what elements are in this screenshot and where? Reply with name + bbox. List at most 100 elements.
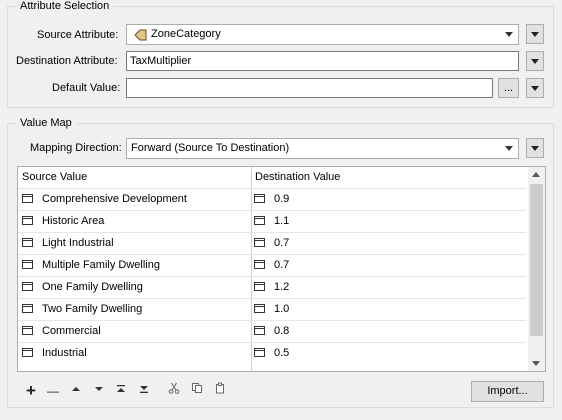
chevron-down-icon xyxy=(505,146,513,151)
source-attribute-menu-button[interactable] xyxy=(526,24,544,44)
destination-value: 0.7 xyxy=(274,237,290,249)
value-map-table[interactable]: Source Value Destination Value Comprehen… xyxy=(17,166,546,372)
value-icon xyxy=(254,281,265,291)
paste-icon xyxy=(216,382,224,394)
mapping-direction-value: Forward (Source To Destination) xyxy=(131,142,290,154)
value-icon xyxy=(254,325,265,335)
destination-value: 1.0 xyxy=(274,303,290,315)
source-attribute-label: Source Attribute: xyxy=(37,29,119,41)
value-icon xyxy=(22,281,33,291)
table-row[interactable]: Two Family Dwelling 1.0 xyxy=(18,298,526,320)
source-cell[interactable]: Comprehensive Development xyxy=(22,189,187,210)
table-row[interactable]: Commercial 0.8 xyxy=(18,320,526,342)
default-value-label: Default Value: xyxy=(52,82,121,94)
move-to-top-icon xyxy=(117,385,125,392)
source-value: One Family Dwelling xyxy=(42,281,143,293)
source-attribute-combo[interactable]: ZoneCategory xyxy=(126,24,519,45)
table-row[interactable]: Comprehensive Development 0.9 xyxy=(18,188,526,210)
scissors-icon xyxy=(168,382,180,394)
destination-cell[interactable]: 0.8 xyxy=(254,321,289,342)
value-icon xyxy=(22,303,33,313)
add-row-button[interactable]: + xyxy=(22,382,40,400)
move-down-button[interactable] xyxy=(90,382,108,400)
default-value-ellipsis-button[interactable]: ... xyxy=(498,78,519,98)
attribute-selection-title: Attribute Selection xyxy=(16,0,114,13)
move-to-bottom-icon xyxy=(140,386,148,393)
attribute-tag-icon xyxy=(134,29,147,41)
mapping-direction-label: Mapping Direction: xyxy=(30,142,122,154)
source-cell[interactable]: Historic Area xyxy=(22,211,104,232)
destination-value: 0.7 xyxy=(274,259,290,271)
value-icon xyxy=(22,325,33,335)
copy-icon xyxy=(192,383,202,393)
destination-cell[interactable]: 0.7 xyxy=(254,233,289,254)
destination-attribute-field[interactable]: TaxMultiplier xyxy=(126,51,519,71)
table-row[interactable]: Historic Area 1.1 xyxy=(18,210,526,232)
destination-cell[interactable]: 0.9 xyxy=(254,189,289,210)
chevron-down-icon xyxy=(531,146,539,151)
source-value: Comprehensive Development xyxy=(42,193,187,205)
value-icon xyxy=(22,347,33,357)
value-icon xyxy=(22,259,33,269)
source-attribute-value: ZoneCategory xyxy=(151,28,221,40)
mapping-direction-menu-button[interactable] xyxy=(526,138,544,158)
source-cell[interactable]: One Family Dwelling xyxy=(22,277,143,298)
source-cell[interactable]: Commercial xyxy=(22,321,101,342)
source-value: Two Family Dwelling xyxy=(42,303,143,315)
move-to-bottom-button[interactable] xyxy=(135,382,153,400)
destination-cell[interactable]: 0.5 xyxy=(254,343,289,364)
vertical-scrollbar[interactable] xyxy=(528,167,545,371)
value-icon xyxy=(254,347,265,357)
chevron-down-icon xyxy=(531,32,539,37)
paste-button[interactable] xyxy=(211,382,229,400)
default-value-menu-button[interactable] xyxy=(526,78,544,98)
destination-cell[interactable]: 1.1 xyxy=(254,211,289,232)
chevron-down-icon xyxy=(505,32,513,37)
destination-value: 1.2 xyxy=(274,281,290,293)
move-to-top-button[interactable] xyxy=(112,382,130,400)
destination-attribute-menu-button[interactable] xyxy=(526,51,544,71)
source-cell[interactable]: Multiple Family Dwelling xyxy=(22,255,160,276)
source-value: Commercial xyxy=(42,325,101,337)
source-value: Historic Area xyxy=(42,215,105,227)
copy-button[interactable] xyxy=(188,382,206,400)
column-header-destination-value[interactable]: Destination Value xyxy=(251,167,526,188)
value-map-title: Value Map xyxy=(16,116,76,130)
table-row[interactable]: Multiple Family Dwelling 0.7 xyxy=(18,254,526,276)
source-cell[interactable]: Industrial xyxy=(22,343,87,364)
scroll-down-icon[interactable] xyxy=(532,361,540,366)
cut-button[interactable] xyxy=(165,382,183,400)
destination-cell[interactable]: 1.0 xyxy=(254,299,289,320)
arrow-down-icon xyxy=(95,387,103,391)
arrow-up-icon xyxy=(72,387,80,391)
value-icon xyxy=(254,215,265,225)
destination-cell[interactable]: 1.2 xyxy=(254,277,289,298)
chevron-down-icon xyxy=(531,59,539,64)
mapping-direction-combo[interactable]: Forward (Source To Destination) xyxy=(126,138,519,159)
destination-attribute-label: Destination Attribute: xyxy=(16,55,118,67)
destination-value: 1.1 xyxy=(274,215,290,227)
move-up-button[interactable] xyxy=(67,382,85,400)
table-row[interactable]: One Family Dwelling 1.2 xyxy=(18,276,526,298)
scroll-up-icon[interactable] xyxy=(532,172,540,177)
value-icon xyxy=(254,303,265,313)
source-value: Light Industrial xyxy=(42,237,114,249)
destination-cell[interactable]: 0.7 xyxy=(254,255,289,276)
source-cell[interactable]: Light Industrial xyxy=(22,233,114,254)
value-icon xyxy=(254,259,265,269)
scrollbar-thumb[interactable] xyxy=(530,184,543,336)
source-cell[interactable]: Two Family Dwelling xyxy=(22,299,142,320)
destination-value: 0.5 xyxy=(274,347,290,359)
default-value-field[interactable] xyxy=(126,78,493,98)
value-icon xyxy=(22,237,33,247)
remove-row-button[interactable]: — xyxy=(44,382,62,400)
chevron-down-icon xyxy=(531,86,539,91)
value-icon xyxy=(254,237,265,247)
value-icon xyxy=(22,215,33,225)
value-icon xyxy=(22,193,33,203)
import-button[interactable]: Import... xyxy=(471,381,544,402)
table-row[interactable]: Light Industrial 0.7 xyxy=(18,232,526,254)
source-value: Industrial xyxy=(42,347,87,359)
table-row[interactable]: Industrial 0.5 xyxy=(18,342,526,364)
column-header-source-value[interactable]: Source Value xyxy=(18,167,251,188)
